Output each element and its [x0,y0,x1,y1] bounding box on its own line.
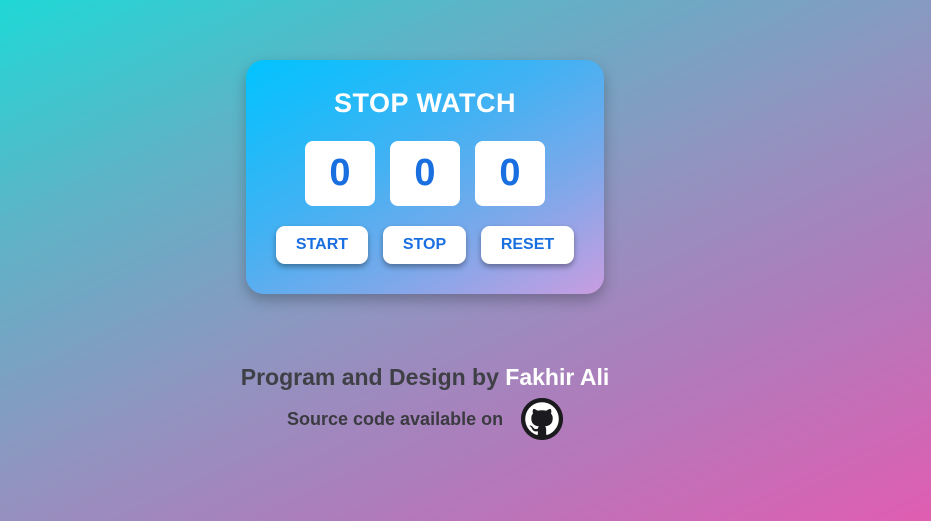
stopwatch-card: STOP WATCH 0 0 0 START STOP RESET [246,60,604,294]
start-button[interactable]: START [276,226,368,264]
digit-minutes: 0 [390,141,460,206]
source-line: Source code available on [287,397,564,441]
credit-line: Program and Design by Fakhir Ali [0,364,850,391]
digit-seconds: 0 [475,141,545,206]
stop-button[interactable]: STOP [383,226,466,264]
stopwatch-title: STOP WATCH [333,88,517,118]
digit-hours: 0 [305,141,375,206]
source-text: Source code available on [287,408,504,429]
reset-button[interactable]: RESET [481,226,574,264]
github-icon[interactable] [521,398,564,440]
credit-prefix: Program and Design by [240,364,506,390]
author-name: Fakhir Ali [505,364,610,390]
